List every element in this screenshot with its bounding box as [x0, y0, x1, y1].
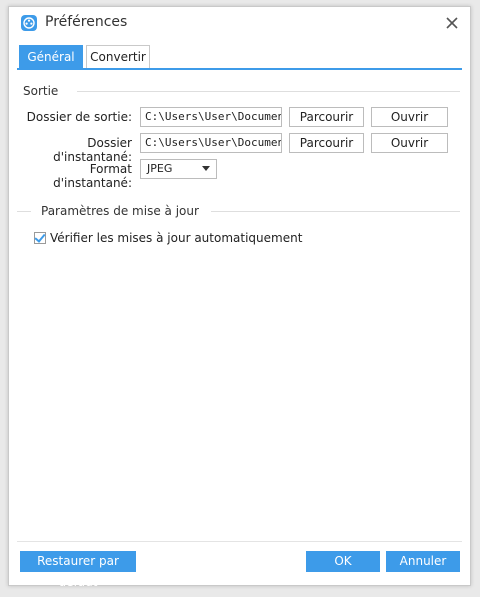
section-header-sortie: Sortie — [23, 84, 59, 98]
footer-divider — [17, 541, 462, 542]
tab-underline — [17, 68, 462, 70]
section-divider — [77, 91, 460, 92]
close-icon[interactable] — [442, 13, 462, 33]
snapshot-folder-field[interactable]: C:\Users\User\Documents\A — [140, 133, 282, 153]
preferences-dialog: Préférences Général Convertir Sortie Dos… — [8, 6, 471, 589]
restore-defaults-button[interactable]: Restaurer par défaut — [20, 551, 136, 589]
snapshot-format-value: JPEG — [147, 162, 173, 175]
section-header-update: Paramètres de mise à jour — [41, 204, 199, 218]
snapshot-folder-label: Dossier d'instantané: — [53, 136, 132, 164]
auto-update-label[interactable]: Vérifier les mises à jour automatiquemen… — [50, 231, 302, 245]
checkmark-icon — [34, 231, 46, 243]
cancel-button[interactable]: Annuler — [386, 551, 460, 572]
tab-general[interactable]: Général — [19, 45, 83, 69]
ok-button[interactable]: OK — [306, 551, 380, 572]
snapshot-format-label: Format d'instantané: — [53, 162, 132, 190]
window-title: Préférences — [45, 14, 128, 30]
output-folder-field[interactable]: C:\Users\User\Documents\A — [140, 107, 282, 127]
snapshot-format-select[interactable]: JPEG — [140, 159, 217, 179]
snapshot-open-button[interactable]: Ouvrir — [371, 133, 448, 153]
section-divider-left — [17, 211, 31, 212]
output-folder-label: Dossier de sortie: — [26, 110, 132, 124]
section-divider — [211, 211, 460, 212]
output-browse-button[interactable]: Parcourir — [289, 107, 364, 127]
auto-update-checkbox[interactable] — [34, 231, 46, 244]
snapshot-browse-button[interactable]: Parcourir — [289, 133, 364, 153]
chevron-down-icon — [202, 166, 210, 171]
output-open-button[interactable]: Ouvrir — [371, 107, 448, 127]
tab-convertir[interactable]: Convertir — [86, 45, 150, 69]
title-bar: Préférences — [9, 7, 470, 39]
app-logo-icon — [21, 15, 37, 31]
